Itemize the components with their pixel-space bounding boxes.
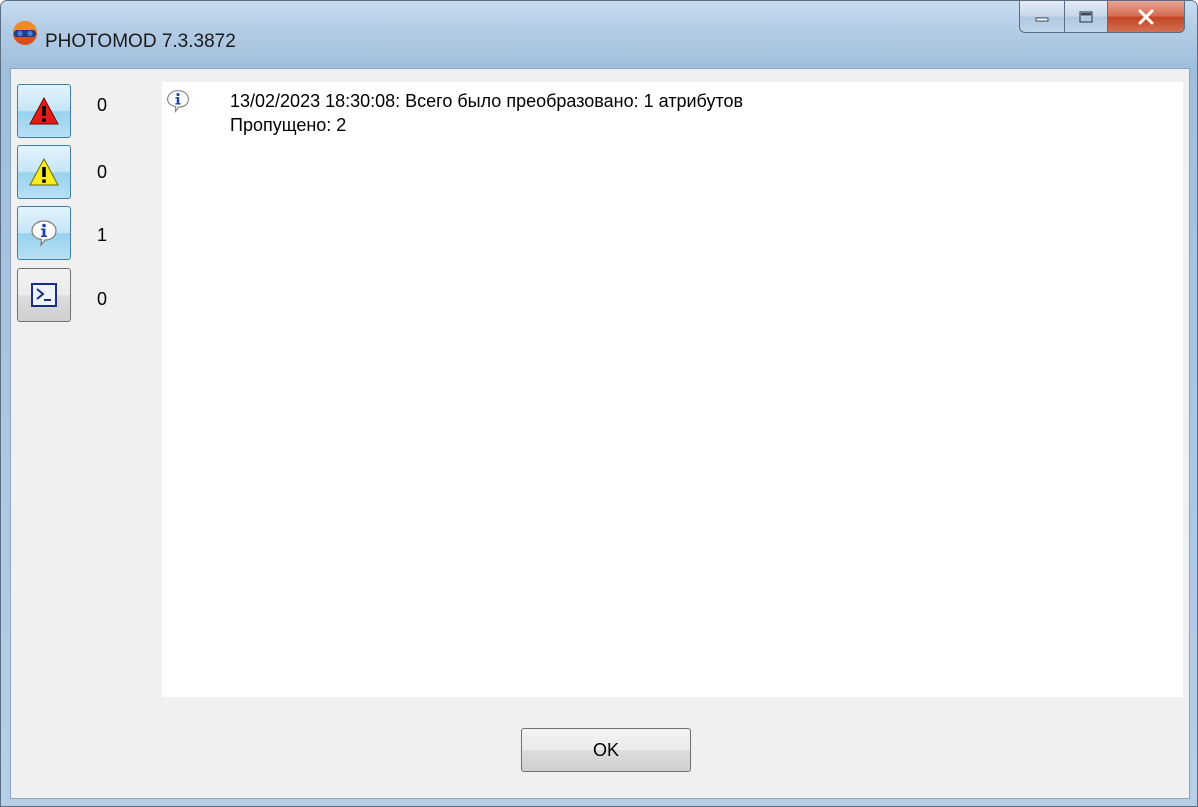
console-icon bbox=[31, 283, 57, 307]
info-count: 1 bbox=[97, 225, 108, 245]
log-entry-detail: Пропущено: 2 bbox=[230, 115, 347, 135]
close-icon bbox=[1138, 9, 1154, 24]
close-button[interactable] bbox=[1108, 1, 1185, 33]
filter-errors-toggle[interactable] bbox=[17, 84, 71, 138]
maximize-icon bbox=[1079, 10, 1093, 23]
filter-warnings-toggle[interactable] bbox=[17, 145, 71, 199]
error-icon bbox=[29, 96, 59, 125]
photomod-logo-icon bbox=[13, 21, 37, 45]
warning-icon bbox=[29, 157, 59, 186]
ok-button[interactable]: OK bbox=[521, 728, 691, 772]
info-icon bbox=[31, 220, 57, 247]
log-entry-message: 13/02/2023 18:30:08: Всего было преобраз… bbox=[230, 91, 744, 111]
error-count: 0 bbox=[97, 95, 108, 115]
warning-count: 0 bbox=[97, 162, 108, 182]
filter-info-toggle[interactable] bbox=[17, 206, 71, 260]
filter-console-toggle[interactable] bbox=[17, 268, 71, 322]
message-log[interactable]: 13/02/2023 18:30:08: Всего было преобраз… bbox=[162, 82, 1183, 697]
window-title: PHOTOMOD 7.3.3872 bbox=[45, 31, 236, 52]
minimize-icon bbox=[1035, 17, 1049, 21]
dialog-client-area: 0 0 1 0 13/02/2023 18:30:08: Всего было … bbox=[10, 68, 1190, 799]
minimize-button[interactable] bbox=[1019, 1, 1065, 33]
console-count: 0 bbox=[97, 289, 108, 309]
caption-buttons bbox=[1019, 1, 1185, 33]
dialog-window: PHOTOMOD 7.3.3872 0 0 1 0 13/02/2023 18:… bbox=[0, 0, 1198, 807]
maximize-button[interactable] bbox=[1065, 1, 1108, 33]
title-bar[interactable]: PHOTOMOD 7.3.3872 bbox=[1, 1, 1197, 61]
info-icon bbox=[167, 90, 189, 114]
